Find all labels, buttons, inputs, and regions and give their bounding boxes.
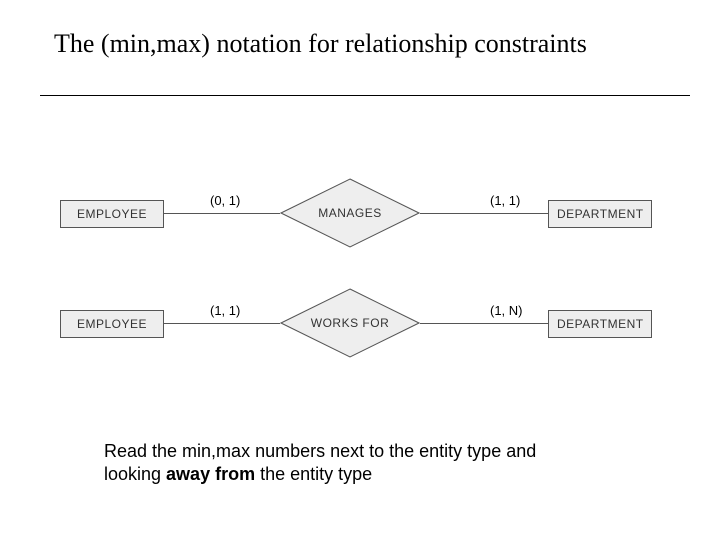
entity-department-2: DEPARTMENT — [548, 310, 652, 338]
relationship-label: MANAGES — [318, 206, 382, 220]
cardinality-label: (1, 1) — [210, 303, 240, 318]
explanation-text: Read the min,max numbers next to the ent… — [104, 440, 574, 487]
explanation-post: the entity type — [255, 464, 372, 484]
explanation-bold: away from — [166, 464, 255, 484]
title-underline — [40, 95, 690, 96]
cardinality-label: (1, N) — [490, 303, 523, 318]
er-diagram: EMPLOYEE (0, 1) MANAGES (1, 1) DEPARTMEN… — [60, 160, 680, 380]
entity-label: EMPLOYEE — [77, 207, 147, 221]
relationship-label: WORKS FOR — [311, 316, 390, 330]
entity-employee-1: EMPLOYEE — [60, 200, 164, 228]
connector-line — [420, 323, 548, 324]
entity-department-1: DEPARTMENT — [548, 200, 652, 228]
relationship-works-for: WORKS FOR — [280, 288, 420, 358]
cardinality-label: (1, 1) — [490, 193, 520, 208]
entity-label: DEPARTMENT — [557, 317, 644, 331]
connector-line — [164, 323, 280, 324]
connector-line — [420, 213, 548, 214]
cardinality-label: (0, 1) — [210, 193, 240, 208]
relationship-manages: MANAGES — [280, 178, 420, 248]
entity-employee-2: EMPLOYEE — [60, 310, 164, 338]
entity-label: DEPARTMENT — [557, 207, 644, 221]
title-text: The (min,max) notation for relationship … — [54, 28, 680, 59]
slide-title: The (min,max) notation for relationship … — [54, 28, 680, 59]
connector-line — [164, 213, 280, 214]
entity-label: EMPLOYEE — [77, 317, 147, 331]
